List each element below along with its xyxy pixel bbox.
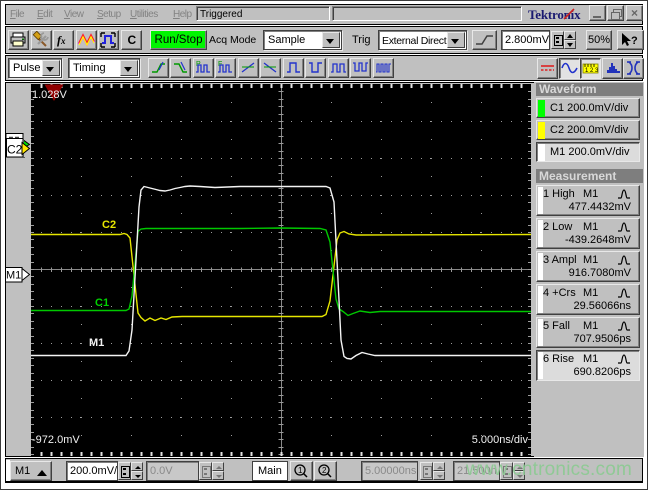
svg-text:1: 1 bbox=[298, 466, 303, 475]
svg-text:5.000ns/div: 5.000ns/div bbox=[472, 434, 529, 446]
svg-text:1 2 3: 1 2 3 bbox=[585, 68, 599, 74]
svg-text:C2: C2 bbox=[7, 143, 23, 157]
svg-text:1.028V: 1.028V bbox=[32, 89, 68, 101]
svg-text:C1: C1 bbox=[95, 297, 109, 309]
svg-text:M1: M1 bbox=[89, 337, 104, 349]
svg-text:C2: C2 bbox=[102, 219, 116, 231]
svg-text:M1: M1 bbox=[6, 270, 21, 282]
svg-text:2: 2 bbox=[322, 466, 327, 475]
svg-text:?: ? bbox=[631, 35, 638, 47]
svg-text:-972.0mV: -972.0mV bbox=[32, 434, 80, 446]
